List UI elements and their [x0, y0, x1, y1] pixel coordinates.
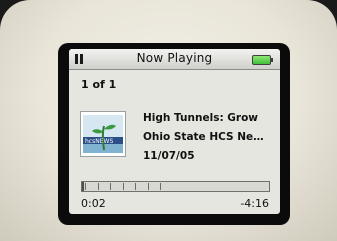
progress-tick: [123, 183, 124, 190]
progress-bar[interactable]: [81, 181, 270, 192]
track-title: High Tunnels: Grow: [143, 112, 259, 124]
elapsed-time: 0:02: [81, 197, 106, 210]
progress-tick: [148, 183, 149, 190]
progress-tick: [85, 183, 86, 190]
progress-fill: [82, 182, 84, 191]
progress-tick: [98, 183, 99, 190]
progress-tick: [110, 183, 111, 190]
remaining-time: -4:16: [240, 197, 269, 210]
status-bar: Now Playing: [69, 49, 280, 70]
ipod-body: Now Playing 1 of 1 hcsNEWS High Tunnels:…: [0, 0, 337, 241]
track-info: High Tunnels: Grow Ohio State HCS Ne… 11…: [143, 109, 278, 166]
ipod-screen: Now Playing 1 of 1 hcsNEWS High Tunnels:…: [69, 49, 280, 214]
track-date: 11/07/05: [143, 150, 195, 162]
battery-icon: [252, 55, 273, 65]
progress-tick: [135, 183, 136, 190]
screen-title: Now Playing: [136, 51, 213, 65]
artwork-label: hcsNEWS: [85, 138, 113, 145]
track-artist: Ohio State HCS Ne…: [143, 131, 264, 143]
track-position: 1 of 1: [81, 78, 117, 91]
album-artwork: hcsNEWS: [80, 111, 126, 157]
progress-tick: [160, 183, 161, 190]
podcast-artwork-icon: hcsNEWS: [81, 112, 125, 156]
